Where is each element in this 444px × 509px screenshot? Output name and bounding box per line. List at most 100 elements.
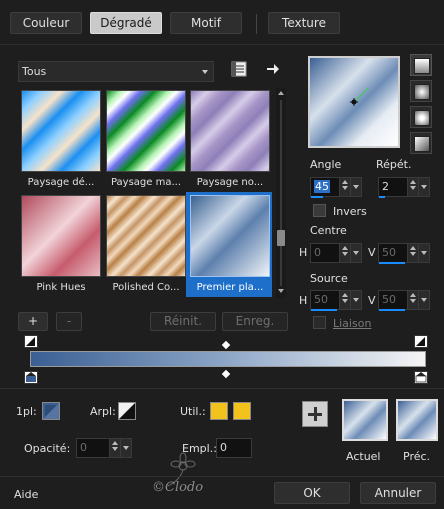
opacity-dropdown[interactable] xyxy=(120,439,131,457)
center-h-label: H xyxy=(299,246,308,259)
source-v-label: V xyxy=(368,294,376,307)
preset-thumbnail[interactable] xyxy=(190,90,270,172)
scroll-thumb[interactable] xyxy=(277,230,285,246)
pl-label: 1pl: xyxy=(16,405,37,418)
reset-button[interactable]: Réinit. xyxy=(150,312,216,331)
repeat-input[interactable]: 2 xyxy=(378,177,430,197)
empl-input[interactable]: 0 xyxy=(216,438,252,458)
util-swatch-background[interactable] xyxy=(233,402,251,420)
preset-thumbnail-selected[interactable] xyxy=(190,195,270,277)
add-color-button[interactable] xyxy=(302,401,328,427)
style-sunburst-button[interactable] xyxy=(410,132,432,154)
repeat-dropdown[interactable] xyxy=(418,178,429,196)
util-label: Util.: xyxy=(180,405,206,418)
preset-thumbnail[interactable] xyxy=(21,195,101,277)
center-v-dropdown[interactable] xyxy=(418,244,429,262)
repeat-spinner[interactable] xyxy=(407,178,418,196)
add-preset-button[interactable]: + xyxy=(18,312,48,331)
gradient-midpoint-top[interactable] xyxy=(221,340,231,350)
style-radial-button[interactable] xyxy=(410,106,432,128)
preset-label: Paysage dé... xyxy=(27,177,95,188)
preset-thumbnail[interactable] xyxy=(106,195,186,277)
gradient-bar[interactable] xyxy=(30,351,426,367)
gradient-preview[interactable] xyxy=(308,56,400,148)
scroll-track[interactable] xyxy=(280,100,282,286)
tab-couleur[interactable]: Couleur xyxy=(10,12,82,34)
watermark: ©Clodo xyxy=(152,480,204,495)
preset-scrollbar[interactable] xyxy=(276,88,286,298)
footer-separator xyxy=(0,476,444,477)
preset-thumbnail[interactable] xyxy=(106,90,186,172)
linear-icon xyxy=(414,58,430,74)
center-v-value: 50 xyxy=(382,246,396,259)
gradient-stop-bottom-right[interactable] xyxy=(414,371,428,384)
source-h-label: H xyxy=(299,294,308,307)
center-v-spinner[interactable] xyxy=(407,244,418,262)
opacity-label: Opacité: xyxy=(24,442,71,455)
preset-label: Pink Hues xyxy=(36,282,86,293)
source-v-slider[interactable] xyxy=(379,309,405,311)
link-label: Liaison xyxy=(333,317,372,330)
center-h-input[interactable]: 0 xyxy=(310,243,362,263)
source-v-dropdown[interactable] xyxy=(418,291,429,309)
previous-preview[interactable] xyxy=(396,399,438,441)
arrow-right-icon[interactable] xyxy=(266,62,280,76)
center-v-input[interactable]: 50 xyxy=(378,243,430,263)
sunburst-icon xyxy=(414,136,430,152)
arpl-label: Arpl: xyxy=(90,405,116,418)
preset-manager-icon[interactable] xyxy=(231,61,247,77)
tab-divider xyxy=(256,14,257,34)
remove-preset-button[interactable]: - xyxy=(56,312,82,331)
arpl-swatch[interactable] xyxy=(118,402,136,420)
source-v-input[interactable]: 50 xyxy=(378,290,430,310)
radial-icon xyxy=(414,110,430,126)
gradient-stop-top-left[interactable] xyxy=(24,335,38,348)
angle-input[interactable]: 45 xyxy=(310,177,362,197)
center-h-spinner[interactable] xyxy=(339,244,350,262)
link-checkbox[interactable] xyxy=(313,316,326,329)
preset-category-value: Tous xyxy=(22,65,47,78)
cancel-button[interactable]: Annuler xyxy=(360,482,436,504)
gradient-stop-bottom-left[interactable] xyxy=(24,371,38,384)
preset-thumbnail[interactable] xyxy=(21,90,101,172)
center-v-slider[interactable] xyxy=(379,262,405,264)
preset-label: Paysage ma... xyxy=(110,177,182,188)
util-swatch-foreground[interactable] xyxy=(210,402,228,420)
tab-motif[interactable]: Motif xyxy=(170,12,242,34)
help-link[interactable]: Aide xyxy=(14,488,38,501)
source-h-slider[interactable] xyxy=(311,309,337,311)
center-h-dropdown[interactable] xyxy=(350,244,361,262)
angle-label: Angle xyxy=(310,158,342,171)
scroll-up-icon[interactable] xyxy=(278,91,284,95)
repeat-slider[interactable] xyxy=(379,196,385,198)
source-h-spinner[interactable] xyxy=(339,291,350,309)
preset-category-dropdown[interactable]: Tous xyxy=(18,61,214,82)
center-h-value: 0 xyxy=(314,246,321,259)
scroll-down-icon[interactable] xyxy=(278,289,284,293)
source-v-spinner[interactable] xyxy=(407,291,418,309)
source-h-value: 50 xyxy=(314,293,328,306)
angle-dropdown[interactable] xyxy=(350,178,361,196)
chevron-down-icon xyxy=(202,70,208,74)
tab-texture[interactable]: Texture xyxy=(268,12,340,34)
tab-degrade[interactable]: Dégradé xyxy=(90,12,162,34)
gradient-midpoint-bottom[interactable] xyxy=(221,369,231,379)
pl-swatch[interactable] xyxy=(42,402,60,420)
tabs-separator xyxy=(0,44,444,45)
style-linear-button[interactable] xyxy=(410,54,432,76)
invert-checkbox[interactable] xyxy=(313,204,326,217)
current-preview[interactable] xyxy=(342,399,388,441)
angle-slider[interactable] xyxy=(311,196,323,198)
save-preset-button[interactable]: Enreg. xyxy=(222,312,288,331)
opacity-input[interactable]: 0 xyxy=(76,438,132,458)
source-h-input[interactable]: 50 xyxy=(310,290,362,310)
preset-label: Polished Co... xyxy=(112,282,180,293)
source-h-dropdown[interactable] xyxy=(350,291,361,309)
gradient-stop-top-right[interactable] xyxy=(414,335,428,348)
ok-button[interactable]: OK xyxy=(274,482,350,504)
style-rectangular-button[interactable] xyxy=(410,80,432,102)
opacity-spinner[interactable] xyxy=(109,439,120,457)
center-label: Centre xyxy=(310,224,347,237)
angle-spinner[interactable] xyxy=(339,178,350,196)
center-v-label: V xyxy=(368,246,376,259)
